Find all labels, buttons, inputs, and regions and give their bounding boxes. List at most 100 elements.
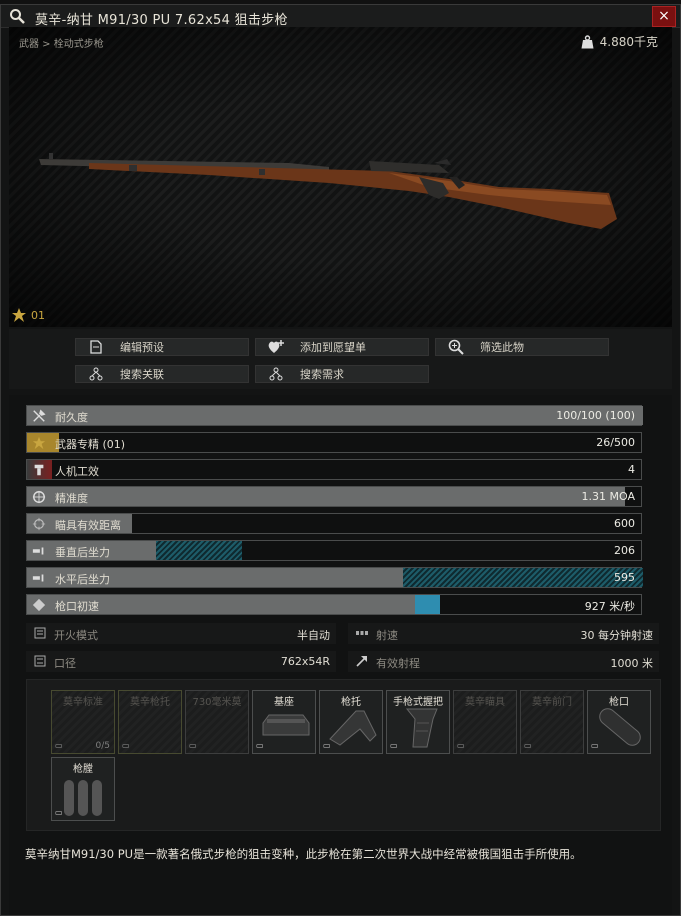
mod-slot[interactable]: 莫辛枪托 ▭ [118, 690, 182, 754]
add-wishlist-button[interactable]: 添加到愿望单 [255, 338, 429, 356]
wrench-icon [31, 408, 47, 424]
stat-label: 垂直后坐力 [55, 546, 110, 559]
stat-row: 精准度 1.31 MOA [26, 486, 642, 507]
stat-row: 枪口初速 927 米/秒 [26, 594, 642, 615]
mod-slot[interactable]: 枪口 ▭ [587, 690, 651, 754]
slot-type-icon: ▭ [591, 741, 599, 750]
stat-value: 26/500 [596, 436, 635, 449]
slot-type-icon: ▭ [55, 741, 63, 750]
sight-icon [31, 516, 47, 532]
mod-slot-label: 枪托 [341, 697, 361, 708]
stat-value: 1.31 MOA [581, 490, 635, 503]
effective-range-row: 有效射程 1000 米 [348, 651, 659, 672]
mount-icon [262, 714, 310, 736]
stat-value: 600 [614, 517, 635, 530]
breadcrumb[interactable]: 武器 > 栓动式步枪 [19, 35, 104, 50]
range-label: 有效射程 [376, 657, 420, 670]
fire-rate-label: 射速 [376, 629, 398, 642]
action-bar: 编辑预设 添加到愿望单 筛选此物 搜索关联 搜索需求 [9, 329, 672, 389]
fire-rate-row: 射速 30 每分钟射速 [348, 623, 659, 644]
fire-mode-value: 半自动 [297, 629, 330, 642]
mod-slot-label: 莫辛瞄具 [465, 697, 505, 708]
fire-rate-icon [356, 631, 368, 635]
search-requirements-label: 搜索需求 [300, 368, 344, 381]
stat-label: 精准度 [55, 492, 88, 505]
filter-item-label: 筛选此物 [480, 341, 524, 354]
mod-slot[interactable]: 手枪式握把 ▭ [386, 690, 450, 754]
mod-slot[interactable]: 枪托 ▭ [319, 690, 383, 754]
mod-slot-label: 枪口 [609, 697, 629, 708]
ergonomics-icon [31, 462, 47, 478]
caliber-icon [34, 655, 46, 667]
pistol-grip-icon [405, 708, 438, 748]
slot-type-icon: ▭ [524, 741, 532, 750]
range-arrow-icon [356, 656, 367, 667]
close-button[interactable]: × [652, 6, 676, 27]
fire-rate-value: 30 每分钟射速 [580, 629, 654, 642]
fire-mode-row: 开火模式 半自动 [26, 623, 336, 644]
edit-preset-button[interactable]: 编辑预设 [75, 338, 249, 356]
magnifier-icon [10, 9, 25, 24]
network-icon [88, 366, 104, 382]
stock-icon [329, 710, 377, 746]
mod-slot-label: 手枪式握把 [393, 697, 443, 708]
title-bar[interactable]: 莫辛-纳甘 M91/30 PU 7.62x54 狙击步枪 × [1, 5, 680, 28]
mod-slot[interactable]: 枪膛 ▭ [51, 757, 115, 821]
slot-type-icon: ▭ [55, 808, 63, 817]
item-inspect-window: 莫辛-纳甘 M91/30 PU 7.62x54 狙击步枪 × 武器 > 栓动式步… [0, 4, 681, 916]
stat-label: 水平后坐力 [55, 573, 110, 586]
stat-value: 100/100 (100) [556, 409, 635, 422]
mod-slot-label: 730毫米莫 [192, 697, 242, 708]
stat-row: 瞄具有效距离 600 [26, 513, 642, 534]
stat-bar-fill [27, 406, 643, 425]
stat-bar-fill [27, 487, 625, 506]
stat-label: 瞄具有效距离 [55, 519, 121, 532]
mod-slot[interactable]: 基座 ▭ [252, 690, 316, 754]
mastery-level: 01 [31, 308, 45, 322]
crosshair-icon [31, 489, 47, 505]
slot-type-icon: ▭ [457, 741, 465, 750]
chamber-icon [64, 780, 102, 816]
stat-bar-extra [415, 595, 440, 614]
document-icon [88, 339, 104, 355]
network-icon [268, 366, 284, 382]
horizontal-recoil-icon [31, 570, 47, 586]
mod-slot-label: 莫辛枪托 [130, 697, 170, 708]
mod-slot[interactable]: 730毫米莫 ▭ [185, 690, 249, 754]
stat-value: 927 米/秒 [584, 600, 635, 613]
slot-type-icon: ▭ [390, 741, 398, 750]
slot-type-icon: ▭ [189, 741, 197, 750]
muzzle-velocity-icon [31, 597, 47, 613]
fire-mode-icon [34, 627, 46, 639]
mastery-icon [12, 308, 26, 322]
filter-item-button[interactable]: 筛选此物 [435, 338, 609, 356]
mod-slot-label: 枪膛 [73, 764, 93, 775]
mastery-badge: 01 [11, 307, 45, 323]
weight-icon [581, 34, 594, 48]
stat-label: 耐久度 [55, 411, 88, 424]
mod-slot[interactable]: 莫辛瞄具 ▭ [453, 690, 517, 754]
stat-value: 206 [614, 544, 635, 557]
stat-row: 耐久度 100/100 (100) [26, 405, 643, 426]
slot-type-icon: ▭ [323, 741, 331, 750]
item-preview[interactable]: 武器 > 栓动式步枪 4.880千克 01 [9, 27, 672, 327]
mod-slot[interactable]: 莫辛前门 ▭ [520, 690, 584, 754]
edit-preset-label: 编辑预设 [120, 341, 164, 354]
search-requirements-button[interactable]: 搜索需求 [255, 365, 429, 383]
search-links-button[interactable]: 搜索关联 [75, 365, 249, 383]
mod-slot[interactable]: 莫辛标准 ▭ 0/5 [51, 690, 115, 754]
muzzle-icon [599, 708, 641, 746]
search-links-label: 搜索关联 [120, 368, 164, 381]
stat-row: 水平后坐力 595 [26, 567, 643, 588]
weight-value: 4.880千克 [599, 35, 658, 49]
stat-bar-extra [403, 568, 643, 587]
fire-mode-label: 开火模式 [54, 629, 98, 642]
mod-slot-label: 基座 [274, 697, 294, 708]
stat-value: 595 [614, 571, 635, 584]
window-title: 莫辛-纳甘 M91/30 PU 7.62x54 狙击步枪 [35, 13, 288, 28]
stat-value: 4 [628, 463, 635, 476]
vertical-recoil-icon [31, 543, 47, 559]
rifle-image [39, 153, 617, 229]
slot-type-icon: ▭ [256, 741, 264, 750]
add-wishlist-label: 添加到愿望单 [300, 341, 366, 354]
